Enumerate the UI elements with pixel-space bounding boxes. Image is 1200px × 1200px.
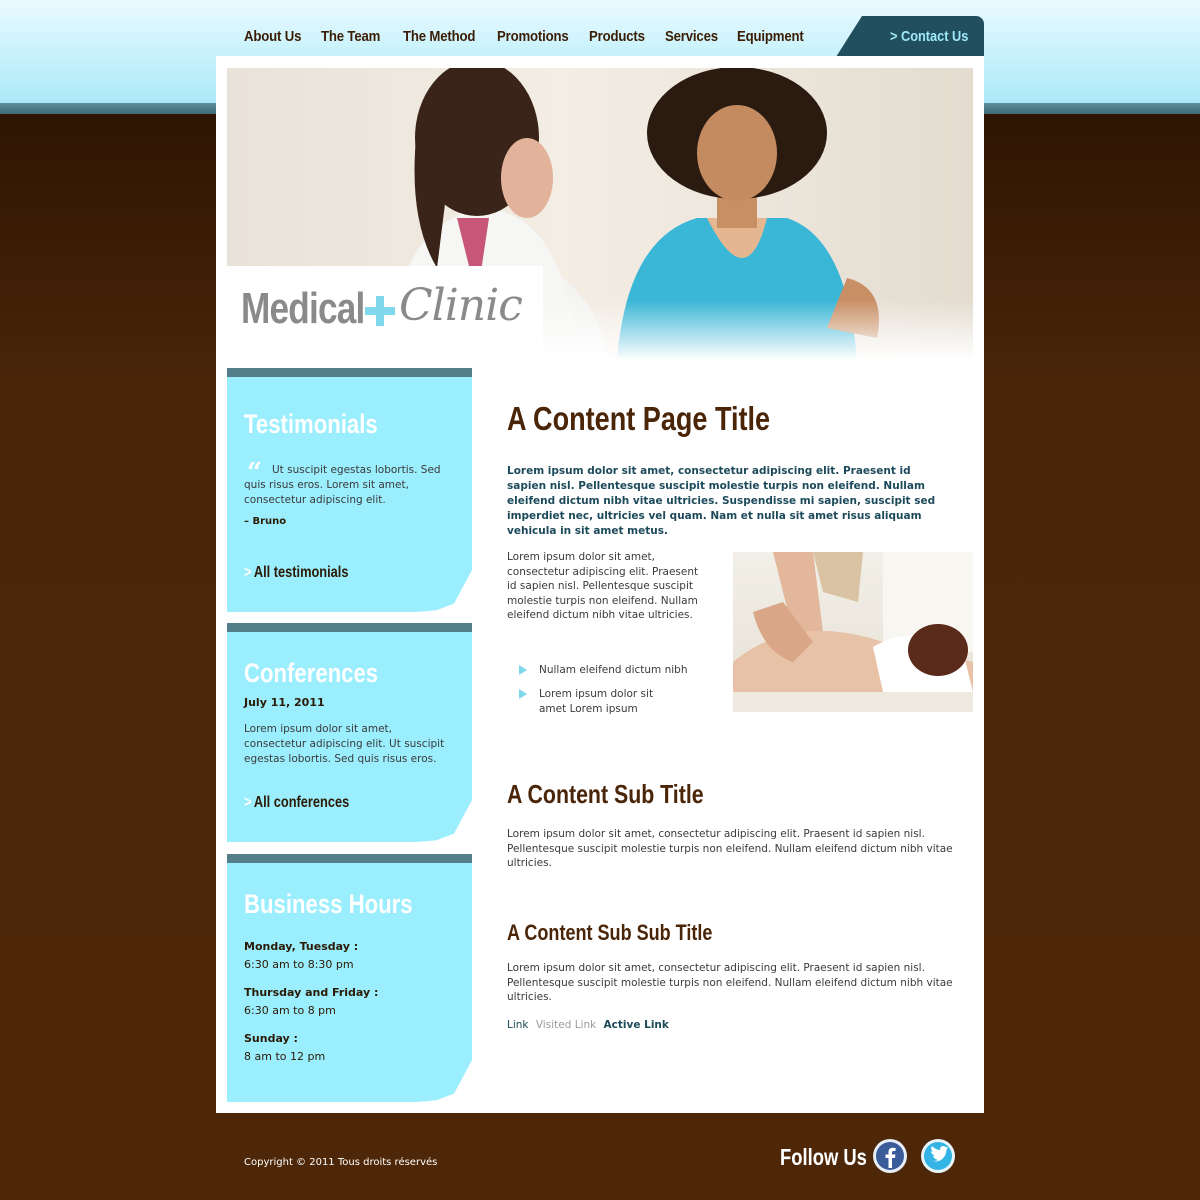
hours-row: Monday, Tuesday : 6:30 am to 8:30 pm [244,939,449,972]
conferences-title: Conferences [244,658,379,688]
conferences-card: Conferences July 11, 2011 Lorem ipsum do… [227,623,472,842]
nav-about-us[interactable]: About Us [244,28,301,45]
hours-label: Sunday : [244,1032,298,1045]
chevron-right-icon: > [244,794,252,811]
logo-clinic: Clinic [399,280,523,331]
logo-medical: Medical [241,284,365,333]
nav-products[interactable]: Products [589,28,645,45]
chevron-right-icon: > [244,564,252,581]
intro-paragraph: Lorem ipsum dolor sit amet, consectetur … [507,465,936,537]
all-testimonials-link[interactable]: > All testimonials [244,564,348,582]
hours-value: 8 am to 12 pm [244,1050,326,1063]
all-conferences-label[interactable]: All conferences [254,794,349,811]
sample-visited-link[interactable]: Visited Link [536,1019,596,1031]
testimonials-title: Testimonials [244,409,378,439]
contact-us-label[interactable]: > Contact Us [890,28,968,45]
hours-row: Thursday and Friday : 6:30 am to 8 pm [244,985,449,1018]
card-corner [416,1060,472,1102]
card-corner [416,570,472,612]
business-hours-title: Business Hours [244,889,413,919]
list-item: Lorem ipsum dolor sit amet Lorem ipsum [539,688,654,715]
nav-promotions[interactable]: Promotions [497,28,569,45]
massage-illustration [733,552,973,712]
conference-date: July 11, 2011 [244,696,325,709]
content-paragraph: Lorem ipsum dolor sit amet, consectetur … [507,551,699,621]
nav-the-team[interactable]: The Team [321,28,380,45]
bullet-triangle-icon [519,689,527,699]
testimonial-quote: Ut suscipit egestas lobortis. Sed quis r… [244,464,441,506]
nav-the-method[interactable]: The Method [403,28,475,45]
hours-row: Sunday : 8 am to 12 pm [244,1031,449,1064]
hours-value: 6:30 am to 8:30 pm [244,958,354,971]
list-item: Nullam eleifend dictum nibh [539,664,688,676]
facebook-icon[interactable] [872,1138,908,1174]
card-corner [416,800,472,842]
link-samples: Link Visited Link Active Link [507,1019,673,1031]
content-paragraph: Lorem ipsum dolor sit amet, consectetur … [507,962,953,1003]
page-title: A Content Page Title [507,400,771,437]
contact-us-tab[interactable]: > Contact Us [836,16,984,57]
copyright-text: Copyright © 2011 Tous droits réservés [244,1157,438,1168]
nav-services[interactable]: Services [665,28,718,45]
all-testimonials-label[interactable]: All testimonials [254,564,349,581]
nav-equipment[interactable]: Equipment [737,28,804,45]
sample-active-link[interactable]: Active Link [604,1019,669,1031]
main-nav: About Us The Team The Method Promotions … [216,16,984,57]
massage-photo [733,552,973,712]
plus-icon [365,296,395,326]
twitter-icon[interactable] [920,1138,956,1174]
content-subtitle: A Content Sub Title [507,779,704,809]
sample-link[interactable]: Link [507,1019,529,1031]
hours-label: Thursday and Friday : [244,986,379,999]
business-hours-card: Business Hours Monday, Tuesday : 6:30 am… [227,854,472,1102]
follow-us-label: Follow Us [780,1144,867,1170]
hours-value: 6:30 am to 8 pm [244,1004,336,1017]
content-subsubtitle: A Content Sub Sub Title [507,920,713,945]
page-container: Medical Clinic Testimonials “ Ut suscipi… [216,56,984,1113]
all-conferences-link[interactable]: > All conferences [244,794,349,812]
bullet-triangle-icon [519,665,527,675]
testimonials-card: Testimonials “ Ut suscipit egestas lobor… [227,368,472,612]
content-paragraph: Lorem ipsum dolor sit amet, consectetur … [507,828,953,869]
hours-label: Monday, Tuesday : [244,940,359,953]
conference-text: Lorem ipsum dolor sit amet, consectetur … [244,723,445,765]
logo[interactable]: Medical Clinic [227,266,543,360]
testimonial-author: – Bruno [244,516,287,527]
